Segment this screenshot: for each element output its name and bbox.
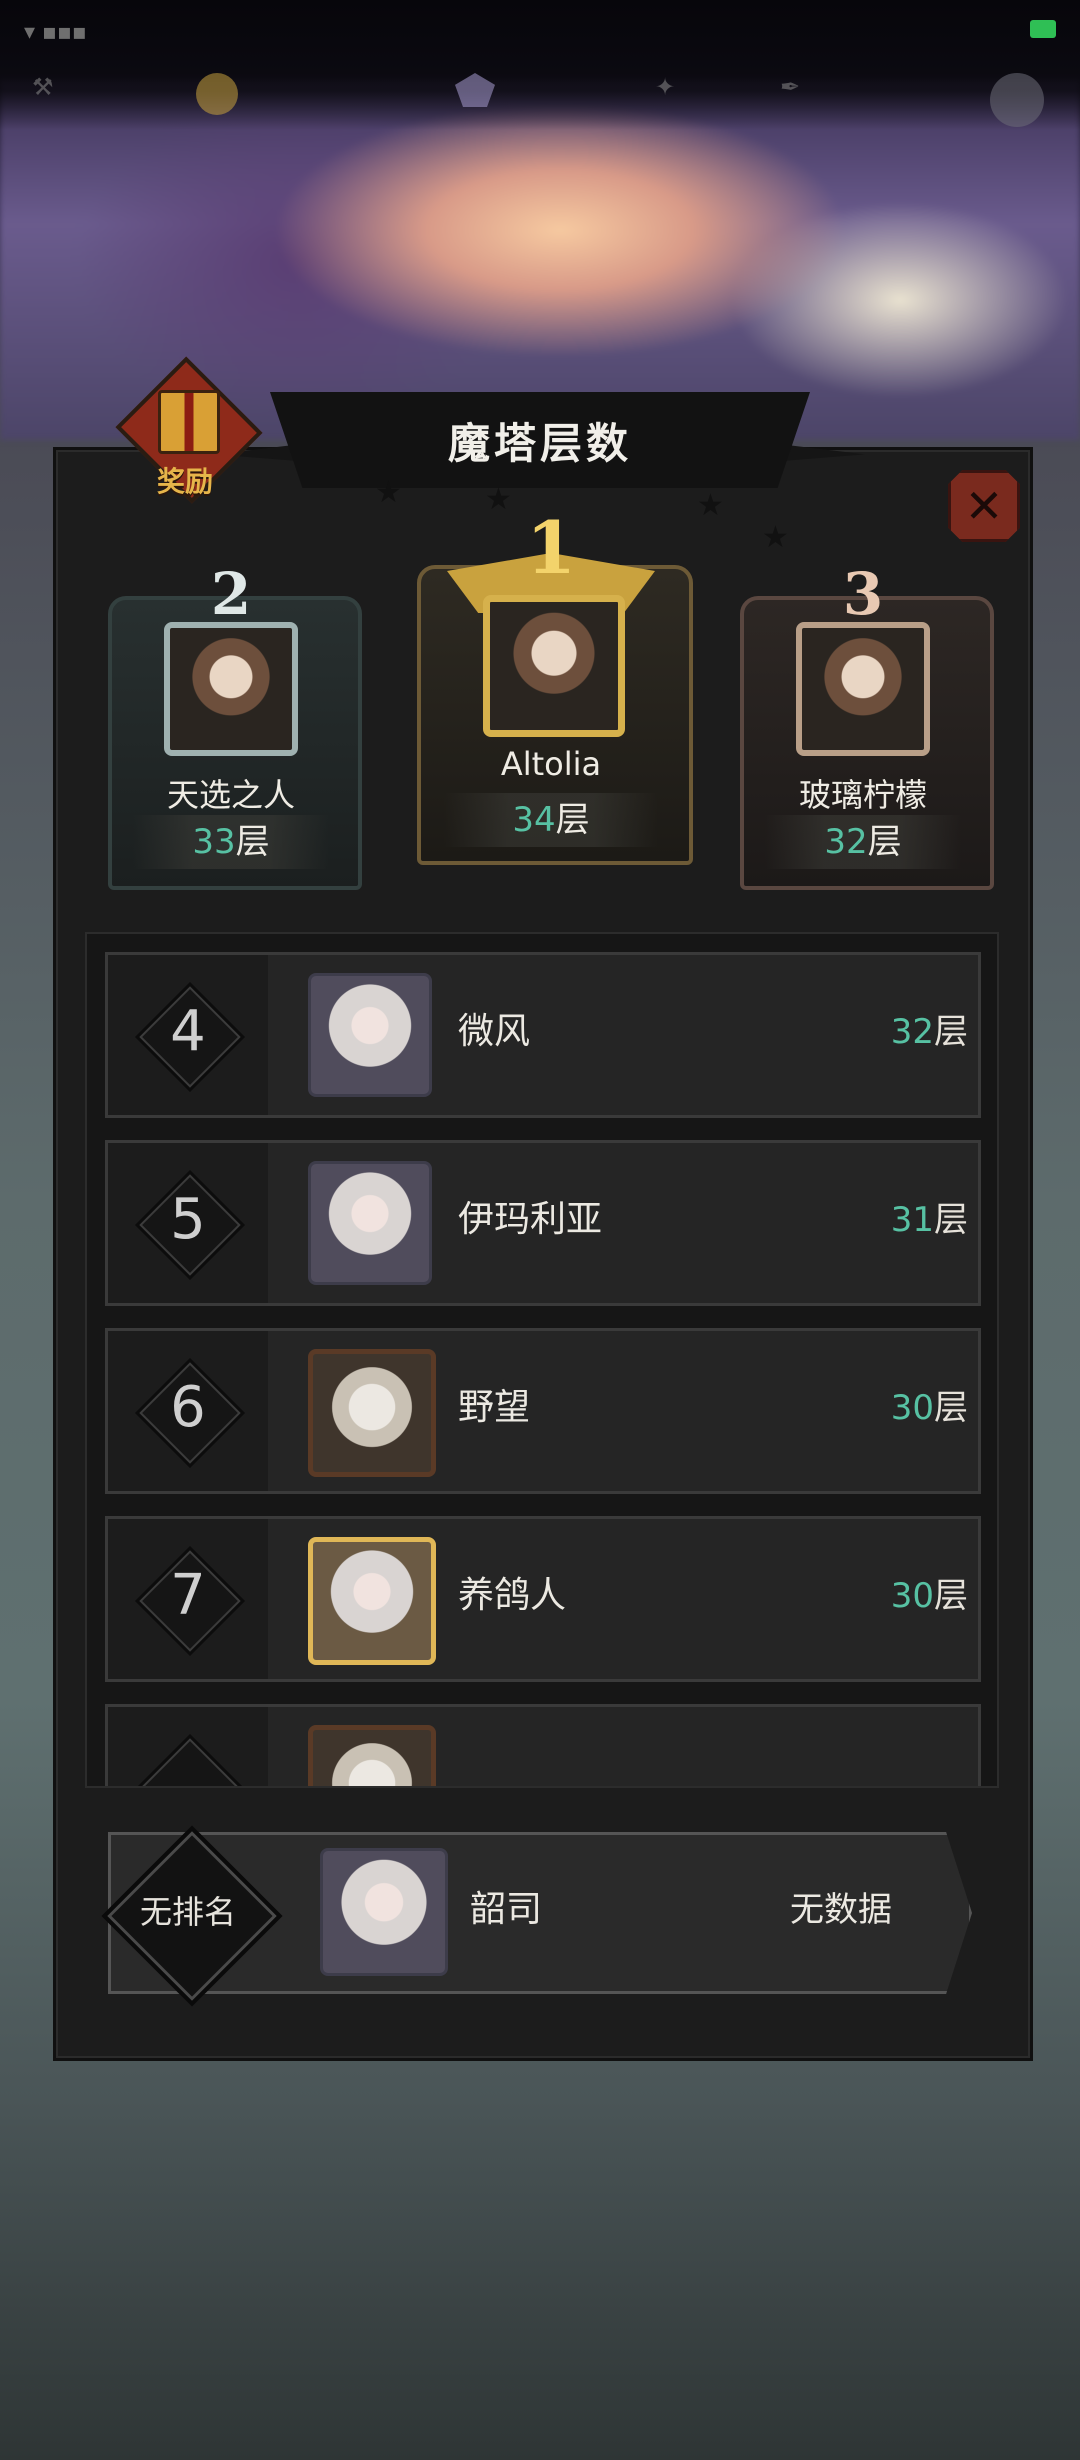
- feather-icon: ✒: [780, 73, 801, 101]
- rank-number: 6: [170, 1375, 206, 1440]
- reward-button[interactable]: 奖励: [115, 356, 263, 504]
- avatar: [164, 622, 298, 756]
- ranking-list[interactable]: 4 微风 32层 5 伊玛利亚 31层 6 野望 30层 7 养鸽人 30层: [85, 932, 999, 1788]
- my-name: 韶司: [470, 1889, 543, 1930]
- player-score: 32层: [890, 1012, 968, 1052]
- podium-name: 天选之人: [166, 776, 295, 814]
- rank-badge-3: 3: [842, 560, 884, 628]
- list-item[interactable]: 6 野望 30层: [105, 1328, 981, 1494]
- podium-rank-2[interactable]: 2 天选之人 33层: [108, 560, 362, 890]
- player-score: 30层: [890, 1388, 968, 1428]
- my-rank-label: 无排名: [139, 1893, 236, 1931]
- rank-badge-1: 1: [525, 505, 577, 590]
- avatar: [308, 1725, 436, 1786]
- rank-number: 4: [170, 999, 206, 1064]
- currency-bar: ⚒ ✦ ✒: [0, 55, 1080, 135]
- signal-icon: ▾ ▪▪▪: [24, 20, 87, 45]
- rank-number: 7: [170, 1563, 206, 1628]
- player-name: 微风: [458, 1011, 531, 1052]
- close-button[interactable]: ✕: [948, 470, 1020, 542]
- decor-star-icon: ★: [697, 488, 724, 523]
- reward-label: 奖励: [156, 465, 213, 498]
- status-bar: ▾ ▪▪▪: [0, 14, 1080, 54]
- menu-icon[interactable]: [990, 73, 1044, 127]
- list-item-partial[interactable]: [105, 1704, 981, 1786]
- page-title: 魔塔层数: [270, 392, 810, 488]
- avatar: [308, 1537, 436, 1665]
- podium-score: 32层: [764, 815, 962, 869]
- avatar: [308, 973, 432, 1097]
- podium-name: Altolia: [500, 745, 602, 783]
- rank-number: 5: [170, 1187, 206, 1252]
- decor-star-icon: ★: [762, 520, 789, 555]
- my-rank-badge: 无排名: [98, 1822, 283, 2007]
- player-score: 31层: [890, 1200, 968, 1240]
- player-score: 30层: [890, 1576, 968, 1616]
- close-icon: ✕: [964, 479, 1004, 533]
- podium-score: 34层: [443, 793, 659, 847]
- podium-score: 33层: [132, 815, 330, 869]
- avatar: [483, 595, 625, 737]
- player-name: 养鸽人: [458, 1575, 567, 1616]
- podium-name: 玻璃柠檬: [798, 776, 927, 814]
- decor-star-icon: ★: [375, 475, 402, 510]
- star-icon: ✦: [655, 73, 676, 101]
- gem-icon: [455, 73, 495, 107]
- avatar: [796, 622, 930, 756]
- my-avatar: [320, 1848, 448, 1976]
- podium-rank-1[interactable]: 1 Altolia 34层: [417, 505, 693, 865]
- player-name: 伊玛利亚: [458, 1199, 603, 1240]
- list-item[interactable]: 7 养鸽人 30层: [105, 1516, 981, 1682]
- my-score: 无数据: [790, 1890, 892, 1930]
- list-item[interactable]: 4 微风 32层: [105, 952, 981, 1118]
- battery-icon: [1030, 20, 1056, 38]
- coin-icon: [196, 73, 238, 115]
- rank-badge-2: 2: [210, 560, 252, 628]
- list-item[interactable]: 5 伊玛利亚 31层: [105, 1140, 981, 1306]
- avatar: [308, 1161, 432, 1285]
- player-name: 野望: [458, 1387, 531, 1428]
- podium-rank-3[interactable]: 3 玻璃柠檬 32层: [740, 560, 994, 890]
- gift-box-icon: [158, 390, 220, 454]
- pickaxe-icon: ⚒: [32, 73, 54, 101]
- avatar: [308, 1349, 436, 1477]
